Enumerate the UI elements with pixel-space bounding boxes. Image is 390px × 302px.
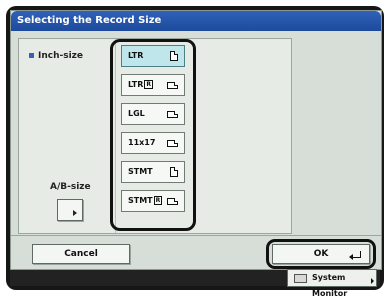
enter-icon [349,251,361,260]
system-monitor-label: System Monitor [312,273,348,298]
bullet-icon [29,53,34,58]
dialog-title: Selecting the Record Size [11,11,381,31]
inch-size-text: Inch-size [38,51,84,61]
record-size-dialog: Selecting the Record Size Inch-size A/B-… [10,10,382,270]
device-screen: Selecting the Record Size Inch-size A/B-… [6,6,384,290]
ok-button[interactable]: OK [272,244,370,264]
ab-size-button[interactable] [57,199,83,221]
arrow-right-icon [371,278,374,284]
system-monitor-button[interactable]: System Monitor [287,269,377,298]
ab-size-label: A/B-size [50,182,91,192]
ok-label: OK [313,249,329,259]
cancel-button[interactable]: Cancel [32,244,130,264]
size-buttons-highlight [110,39,196,231]
monitor-icon [294,274,307,283]
inch-size-label: Inch-size [29,51,83,61]
arrow-right-icon [73,210,77,216]
